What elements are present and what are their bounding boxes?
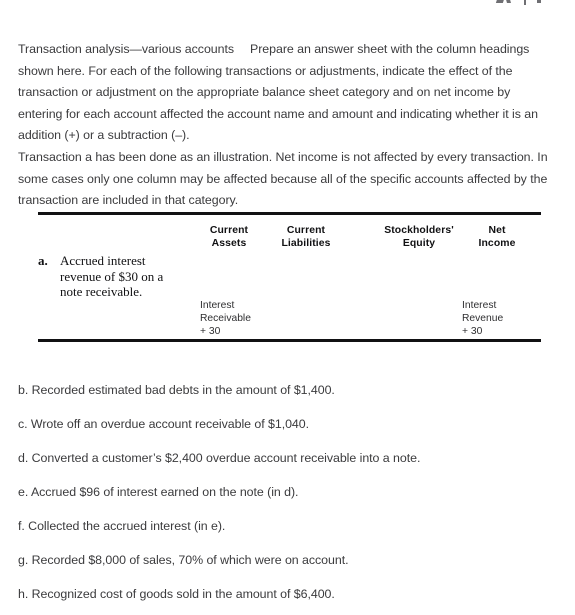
list-item: g. Recorded $8,000 of sales, 70% of whic… <box>18 552 349 567</box>
list-item: d. Converted a customer’s $2,400 overdue… <box>18 451 421 466</box>
column-header-line2: Income <box>478 237 516 249</box>
row-description-line3: note receivable. <box>60 284 143 299</box>
row-description-line1: Accrued interest <box>60 253 146 268</box>
cell-account-line1: Interest <box>200 300 235 311</box>
list-item: e. Accrued $96 of interest earned on the… <box>18 485 299 500</box>
column-header-line1: Current <box>286 225 326 236</box>
column-header-line1: Current <box>209 225 249 236</box>
cell-current-assets: Interest Receivable + 30 <box>200 299 290 338</box>
clip-mark <box>504 0 512 3</box>
row-description-a: Accrued interest revenue of $30 on a not… <box>60 253 190 300</box>
table-row: a. Accrued interest revenue of $30 on a … <box>38 251 541 339</box>
cell-account-line2: Receivable <box>200 313 251 324</box>
column-header-line2: Liabilities <box>281 237 331 249</box>
cell-account-line2: Revenue <box>462 313 504 324</box>
column-header-line2: Assets <box>211 237 247 249</box>
column-header-stockholders-equity: Stockholders' Equity <box>368 225 470 250</box>
cell-amount: + 30 <box>462 326 483 337</box>
column-header-line1: Net <box>488 225 506 236</box>
clip-mark <box>524 0 526 5</box>
list-item: f. Collected the accrued interest (in e)… <box>18 518 226 533</box>
clip-mark <box>495 0 506 3</box>
cell-amount: + 30 <box>200 326 221 337</box>
clipped-top-edge-marks <box>0 0 575 8</box>
clip-mark <box>537 0 541 3</box>
cell-account-line1: Interest <box>462 300 497 311</box>
transaction-analysis-table: Current Assets Current Liabilities Stock… <box>38 212 541 342</box>
table-header-row: Current Assets Current Liabilities Stock… <box>38 215 541 251</box>
column-header-current-liabilities: Current Liabilities <box>266 225 346 250</box>
transaction-list: b. Recorded estimated bad debts in the a… <box>18 368 555 615</box>
illustration-note-paragraph: Transaction a has been done as an illust… <box>18 150 548 208</box>
list-item: h. Recognized cost of goods sold in the … <box>18 586 335 601</box>
list-item: b. Recorded estimated bad debts in the a… <box>18 383 335 398</box>
column-header-current-assets: Current Assets <box>190 225 268 250</box>
row-marker-a: a. <box>38 253 48 268</box>
table-bottom-rule <box>38 339 541 342</box>
column-header-net-income: Net Income <box>458 225 536 250</box>
intro-body: Prepare an answer sheet with the column … <box>18 42 538 143</box>
cell-net-income: Interest Revenue + 30 <box>462 299 552 338</box>
column-header-line2: Equity <box>402 237 436 249</box>
intro-lead-in: Transaction analysis—various accounts <box>18 42 235 57</box>
list-item: c. Wrote off an overdue account receivab… <box>18 417 310 432</box>
row-description-line2: revenue of $30 on a <box>60 268 164 284</box>
column-header-line1: Stockholders' <box>384 225 454 236</box>
intro-paragraph: Transaction analysis—various accounts Pre… <box>18 39 555 147</box>
